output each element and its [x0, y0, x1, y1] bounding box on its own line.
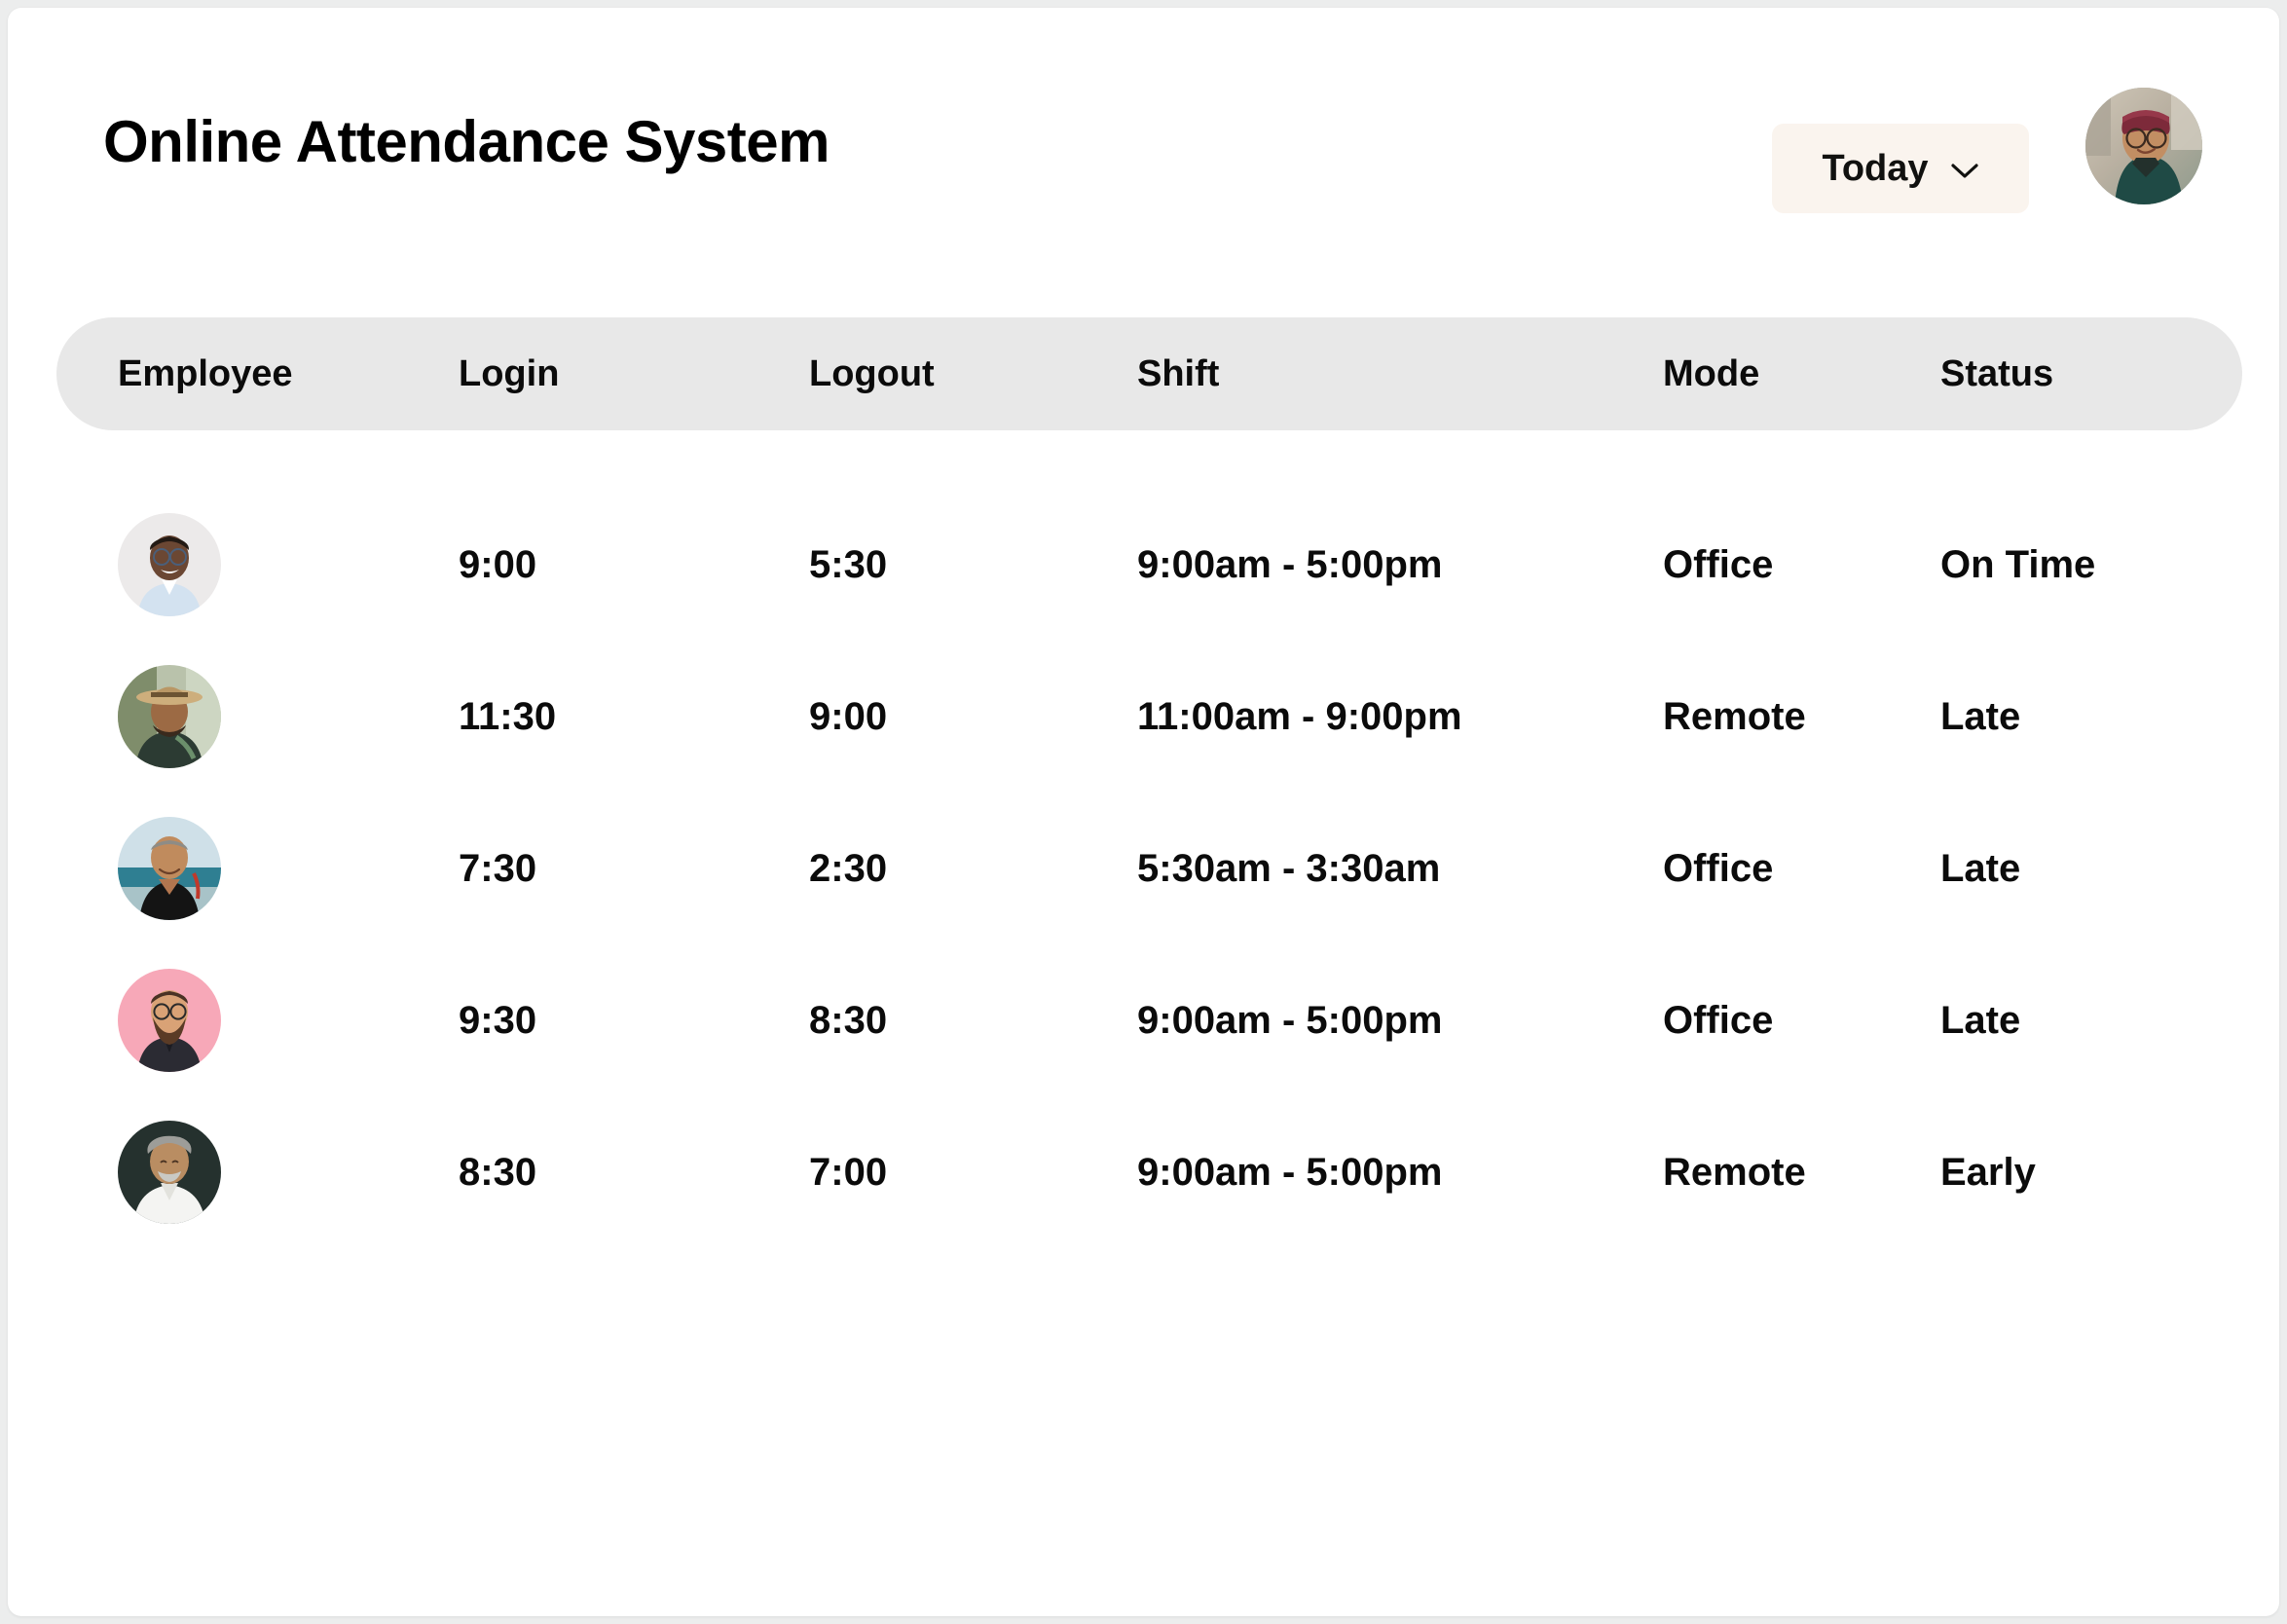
column-header-mode: Mode	[1663, 353, 1760, 394]
employee-avatar[interactable]	[118, 665, 221, 768]
table-row[interactable]: 7:30 2:30 5:30am - 3:30am Office Late	[56, 793, 2242, 944]
work-mode: Office	[1663, 543, 1774, 586]
employee-avatar[interactable]	[118, 513, 221, 616]
status-badge: Late	[1940, 695, 2021, 738]
page-title: Online Attendance System	[103, 109, 830, 174]
shift-range: 9:00am - 5:00pm	[1137, 1151, 1443, 1194]
profile-avatar[interactable]	[2085, 88, 2202, 204]
logout-time: 5:30	[809, 543, 888, 586]
status-badge: On Time	[1940, 543, 2096, 586]
login-time: 8:30	[459, 1151, 537, 1194]
status-badge: Late	[1940, 999, 2021, 1042]
status-badge: Early	[1940, 1151, 2036, 1194]
work-mode: Office	[1663, 847, 1774, 890]
shift-range: 11:00am - 9:00pm	[1137, 695, 1462, 738]
column-header-logout: Logout	[809, 353, 935, 394]
logout-time: 9:00	[809, 695, 888, 738]
header-bar: Online Attendance System Today	[8, 8, 2279, 261]
column-header-employee: Employee	[118, 353, 293, 394]
work-mode: Remote	[1663, 1151, 1806, 1194]
work-mode: Office	[1663, 999, 1774, 1042]
column-header-shift: Shift	[1137, 353, 1220, 394]
login-time: 7:30	[459, 847, 537, 890]
table-header-row: Employee Login Logout Shift Mode Status	[56, 317, 2242, 430]
chevron-down-icon	[1950, 163, 1979, 180]
employee-avatar[interactable]	[118, 817, 221, 920]
table-row[interactable]: 11:30 9:00 11:00am - 9:00pm Remote Late	[56, 641, 2242, 793]
status-badge: Late	[1940, 847, 2021, 890]
column-header-login: Login	[459, 353, 560, 394]
table-row[interactable]: 9:30 8:30 9:00am - 5:00pm Office Late	[56, 944, 2242, 1096]
date-filter-label: Today	[1822, 148, 1929, 189]
column-header-status: Status	[1940, 353, 2054, 394]
date-filter-dropdown[interactable]: Today	[1772, 124, 2029, 213]
logout-time: 2:30	[809, 847, 888, 890]
employee-avatar[interactable]	[118, 969, 221, 1072]
login-time: 9:30	[459, 999, 537, 1042]
shift-range: 5:30am - 3:30am	[1137, 847, 1441, 890]
shift-range: 9:00am - 5:00pm	[1137, 543, 1443, 586]
table-row[interactable]: 9:00 5:30 9:00am - 5:00pm Office On Time	[56, 489, 2242, 641]
attendance-card: Online Attendance System Today Employee …	[8, 8, 2279, 1616]
employee-avatar[interactable]	[118, 1121, 221, 1224]
shift-range: 9:00am - 5:00pm	[1137, 999, 1443, 1042]
work-mode: Remote	[1663, 695, 1806, 738]
login-time: 11:30	[459, 695, 557, 738]
login-time: 9:00	[459, 543, 537, 586]
logout-time: 8:30	[809, 999, 888, 1042]
logout-time: 7:00	[809, 1151, 888, 1194]
table-row[interactable]: 8:30 7:00 9:00am - 5:00pm Remote Early	[56, 1096, 2242, 1248]
